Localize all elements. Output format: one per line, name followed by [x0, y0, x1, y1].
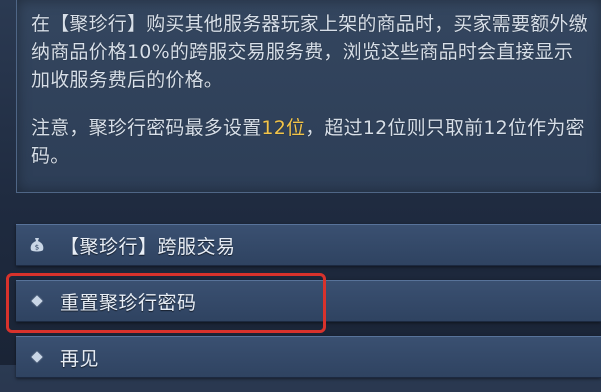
diamond-bullet-icon — [30, 294, 44, 308]
dialog-paragraph-1: 在【聚珍行】购买其他服务器玩家上架的商品时，买家需要额外缴纳商品价格10%的跨服… — [31, 13, 588, 91]
dialog-text: 在【聚珍行】购买其他服务器玩家上架的商品时，买家需要额外缴纳商品价格10%的跨服… — [31, 10, 591, 170]
money-bag-icon: $ — [30, 238, 44, 252]
option-label: 【聚珍行】跨服交易 — [60, 235, 236, 258]
option-reset-password[interactable]: 重置聚珍行密码 — [16, 280, 601, 322]
option-goodbye[interactable]: 再见 — [16, 336, 601, 378]
svg-text:$: $ — [35, 244, 39, 252]
password-length-highlight: 12位 — [261, 117, 306, 139]
option-cross-server-trade[interactable]: $ 【聚珍行】跨服交易 — [16, 224, 601, 266]
npc-dialog-panel: 在【聚珍行】购买其他服务器玩家上架的商品时，买家需要额外缴纳商品价格10%的跨服… — [16, 0, 601, 193]
dialog-paragraph-2: 注意，聚珍行密码最多设置12位，超过12位则只取前12位作为密码。 — [31, 114, 591, 170]
diamond-bullet-icon — [30, 350, 44, 364]
option-label: 再见 — [60, 347, 100, 370]
option-label: 重置聚珍行密码 — [60, 291, 197, 314]
dialog-options-list: $ 【聚珍行】跨服交易 重置聚珍行密码 再见 — [16, 224, 601, 392]
dialog-paragraph-2-prefix: 注意，聚珍行密码最多设置 — [31, 117, 262, 139]
